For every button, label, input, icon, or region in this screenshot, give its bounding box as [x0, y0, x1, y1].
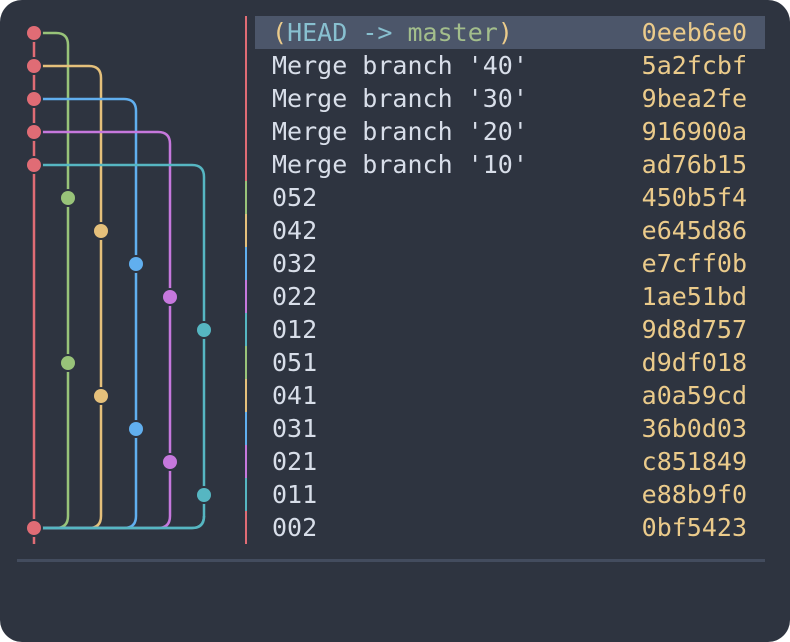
- commit-row[interactable]: Merge branch '30' 9bea2fe: [255, 82, 765, 115]
- commit-list: (HEAD -> master) 0eeb6e0 Merge branch '40'…: [255, 16, 765, 544]
- commit-message: Merge branch '20': [272, 117, 528, 146]
- divider-segment: [245, 214, 247, 247]
- git-log-window: (HEAD -> master) 0eeb6e0 Merge branch '40'…: [0, 0, 790, 642]
- commit-hash: e645d86: [641, 216, 747, 245]
- commit-message: 022: [272, 282, 318, 311]
- commit-dot: [197, 488, 211, 502]
- ref-close-paren: ): [497, 18, 513, 47]
- commit-dot: [163, 455, 177, 469]
- commit-hash: e88b9f0: [641, 480, 747, 509]
- commit-hash: 0eeb6e0: [641, 18, 747, 47]
- commit-message: Merge branch '40': [272, 51, 528, 80]
- commit-hash: d9df018: [641, 348, 747, 377]
- commit-dot: [129, 257, 143, 271]
- divider-segment: [245, 280, 247, 313]
- ref-labels: (HEAD -> master): [272, 16, 513, 49]
- commit-dot: [61, 191, 75, 205]
- commit-message: Merge branch '10': [272, 150, 528, 179]
- branch-label: master: [407, 18, 498, 47]
- ref-open-paren: (: [272, 18, 288, 47]
- commit-row[interactable]: 002 0bf5423: [255, 511, 765, 544]
- branch-lane-3x: [34, 97, 138, 530]
- commit-message: Merge branch '30': [272, 84, 528, 113]
- divider-segment: [245, 181, 247, 214]
- commit-dot: [27, 125, 41, 139]
- commit-graph: [25, 24, 213, 544]
- commit-dot: [129, 422, 143, 436]
- commit-hash: 9d8d757: [641, 315, 747, 344]
- commit-message: 011: [272, 480, 318, 509]
- divider-segment: [245, 247, 247, 280]
- fork-connector: [34, 515, 206, 530]
- commit-row[interactable]: 011 e88b9f0: [255, 478, 765, 511]
- commit-row[interactable]: 022 1ae51bd: [255, 280, 765, 313]
- commit-hash: c851849: [641, 447, 747, 476]
- divider-segment: [245, 115, 247, 148]
- commit-row[interactable]: Merge branch '40' 5a2fcbf: [255, 49, 765, 82]
- commit-dot: [163, 290, 177, 304]
- divider-segment: [245, 379, 247, 412]
- commit-row[interactable]: 021 c851849: [255, 445, 765, 478]
- commit-dot: [27, 26, 41, 40]
- commit-row[interactable]: 031 36b0d03: [255, 412, 765, 445]
- commit-hash: 0bf5423: [641, 513, 747, 542]
- commit-message: 052: [272, 183, 318, 212]
- graph-divider: [245, 16, 247, 544]
- commit-message: 002: [272, 513, 318, 542]
- commit-message: 021: [272, 447, 318, 476]
- commit-hash: a0a59cd: [641, 381, 747, 410]
- commit-message: 012: [272, 315, 318, 344]
- head-label: HEAD: [287, 18, 348, 47]
- commit-row[interactable]: Merge branch '10' ad76b15: [255, 148, 765, 181]
- commit-dot: [197, 323, 211, 337]
- commit-message: 032: [272, 249, 318, 278]
- branch-lane-1x: [34, 163, 206, 530]
- commit-dot: [27, 59, 41, 73]
- commit-message: 051: [272, 348, 318, 377]
- commit-hash: e7cff0b: [641, 249, 747, 278]
- commit-row[interactable]: 052 450b5f4: [255, 181, 765, 214]
- commit-hash: 916900a: [641, 117, 747, 146]
- divider-segment: [245, 82, 247, 115]
- divider-segment: [245, 445, 247, 478]
- divider-segment: [245, 346, 247, 379]
- divider-segment: [245, 16, 247, 49]
- commit-dot: [94, 389, 108, 403]
- commit-dot: [27, 92, 41, 106]
- commit-row[interactable]: (HEAD -> master) 0eeb6e0: [255, 16, 765, 49]
- commit-message: 041: [272, 381, 318, 410]
- commit-hash: 450b5f4: [641, 183, 747, 212]
- commit-hash: 5a2fcbf: [641, 51, 747, 80]
- status-separator: [17, 559, 765, 562]
- commit-dot: [61, 356, 75, 370]
- commit-dot: [94, 224, 108, 238]
- commit-hash: 36b0d03: [641, 414, 747, 443]
- divider-segment: [245, 313, 247, 346]
- commit-row[interactable]: 032 e7cff0b: [255, 247, 765, 280]
- divider-segment: [245, 49, 247, 82]
- ref-arrow: ->: [347, 18, 408, 47]
- branch-lane-5x: [34, 31, 70, 530]
- commit-message: 031: [272, 414, 318, 443]
- commit-message: 042: [272, 216, 318, 245]
- commit-row[interactable]: 041 a0a59cd: [255, 379, 765, 412]
- divider-segment: [245, 478, 247, 511]
- commit-dot: [27, 158, 41, 172]
- commit-hash: 9bea2fe: [641, 84, 747, 113]
- commit-row[interactable]: 042 e645d86: [255, 214, 765, 247]
- commit-row[interactable]: 012 9d8d757: [255, 313, 765, 346]
- divider-segment: [245, 511, 247, 544]
- divider-segment: [245, 148, 247, 181]
- commit-hash: ad76b15: [641, 150, 747, 179]
- commit-row[interactable]: 051 d9df018: [255, 346, 765, 379]
- commit-row[interactable]: Merge branch '20' 916900a: [255, 115, 765, 148]
- commit-hash: 1ae51bd: [641, 282, 747, 311]
- divider-segment: [245, 412, 247, 445]
- commit-dot: [27, 521, 41, 535]
